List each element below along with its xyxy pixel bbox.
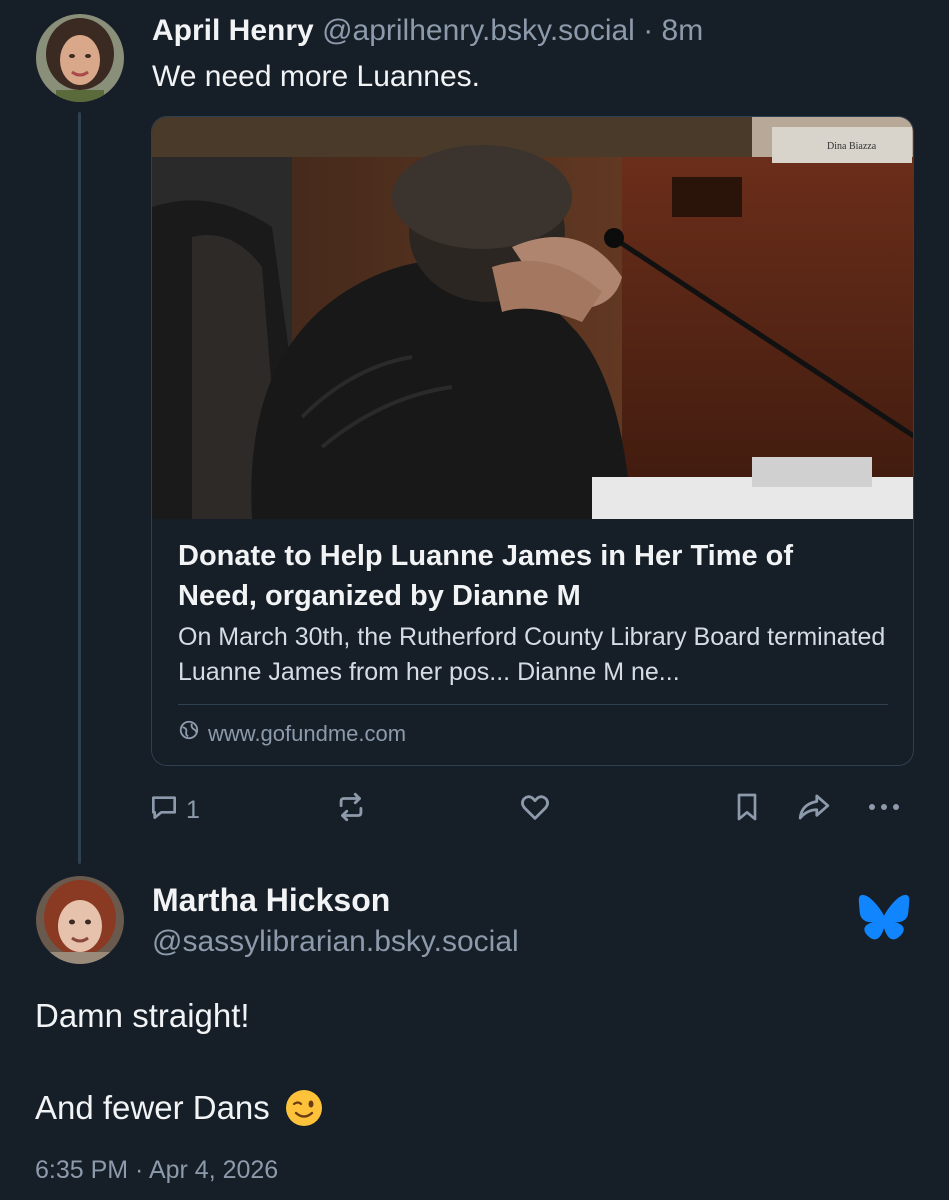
winking-face-emoji: [284, 1088, 324, 1128]
share-icon: [796, 790, 832, 831]
more-dots-icon: [864, 790, 904, 831]
post-text: We need more Luannes.: [152, 60, 480, 93]
more-options-button[interactable]: [864, 790, 904, 830]
bookmark-button[interactable]: [731, 790, 763, 830]
like-button[interactable]: [518, 790, 552, 830]
post-header: April Henry @aprilhenry.bsky.social · 8m: [152, 12, 703, 50]
author-name[interactable]: April Henry: [152, 14, 314, 47]
embed-description: On March 30th, the Rutherford County Lib…: [178, 623, 886, 686]
globe-icon: [178, 719, 200, 749]
repost-button[interactable]: [334, 790, 368, 830]
repost-icon: [334, 790, 368, 831]
separator-dot: ·: [643, 14, 654, 47]
avatar-martha-hickson[interactable]: [36, 876, 124, 964]
post-actions: 1: [148, 790, 908, 830]
reply-timestamp[interactable]: 6:35 PM · Apr 4, 2026: [35, 1153, 278, 1187]
link-embed-card[interactable]: Dina Biazza Donate to Help Luanne James …: [151, 116, 914, 766]
reply-count: 1: [186, 795, 200, 824]
embed-image: Dina Biazza: [152, 117, 913, 519]
heart-icon: [518, 790, 552, 831]
nameplate-text: Dina Biazza: [827, 141, 877, 152]
bookmark-icon: [731, 791, 763, 830]
avatar-april-henry[interactable]: [36, 14, 124, 102]
share-button[interactable]: [796, 790, 832, 830]
post-time[interactable]: 8m: [662, 14, 704, 47]
embed-title[interactable]: Donate to Help Luanne James in Her Time …: [178, 536, 878, 616]
reply-text-line-2-wrap: And fewer Dans: [35, 1086, 324, 1130]
reply-text-line-1: Damn straight!: [35, 997, 250, 1034]
embed-domain-text: www.gofundme.com: [208, 721, 407, 746]
thread-line: [78, 112, 81, 864]
comment-icon: [148, 791, 180, 830]
author-handle[interactable]: @aprilhenry.bsky.social: [322, 14, 635, 47]
embed-divider: [178, 704, 888, 705]
reply-author-name[interactable]: Martha Hickson: [152, 880, 390, 920]
reply-author-handle[interactable]: @sassylibrarian.bsky.social: [152, 923, 519, 961]
reply-text-line-2: And fewer Dans: [35, 1089, 270, 1126]
embed-photo: Dina Biazza: [152, 117, 913, 519]
bluesky-butterfly-icon: [858, 894, 910, 945]
reply-button[interactable]: 1: [148, 790, 200, 830]
embed-domain[interactable]: www.gofundme.com: [178, 719, 406, 749]
